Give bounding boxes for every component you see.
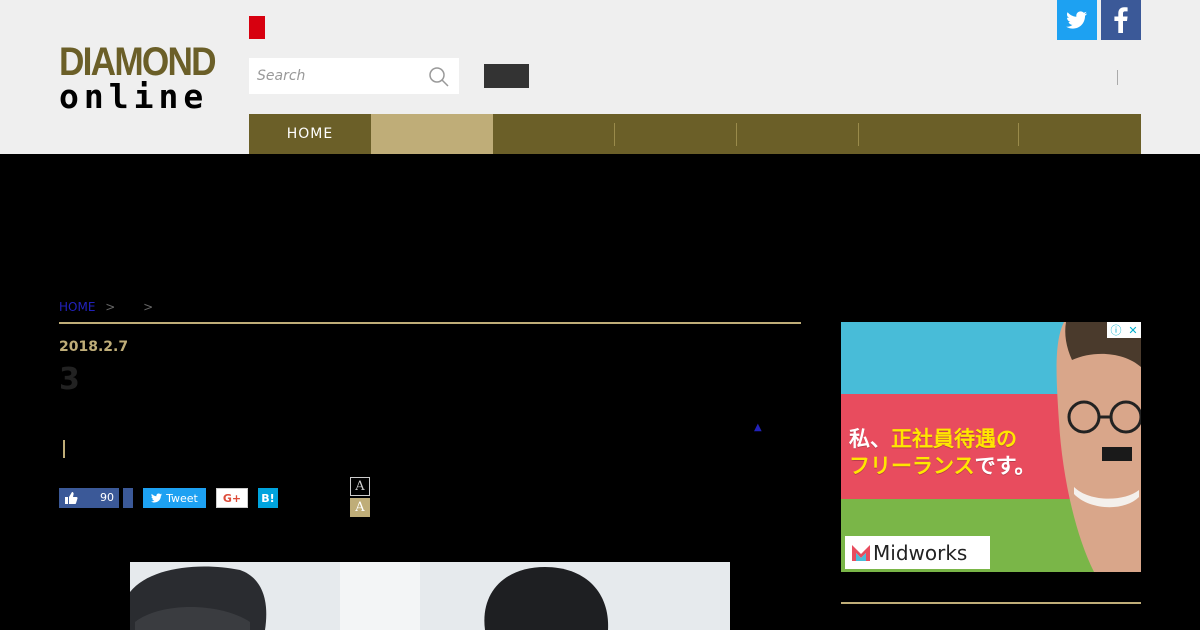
ad-brand-logo: Midworks	[845, 536, 990, 569]
breadcrumb-separator: >	[105, 300, 116, 314]
logo-line-1: DIAMOND	[59, 40, 217, 84]
google-plus-label: G+	[222, 491, 242, 505]
triangle-up-icon[interactable]: ▲	[754, 422, 762, 433]
advertisement-banner[interactable]: 私、正社員待遇の フリーランスです。 Midworks	[841, 322, 1141, 572]
header-separator	[1117, 70, 1118, 85]
facebook-like-button[interactable]: 90	[59, 488, 119, 508]
author-marker	[63, 440, 65, 458]
ad-close-icon[interactable]: ✕	[1128, 324, 1137, 337]
nav-item-home[interactable]: HOME	[249, 114, 371, 154]
font-size-large-button[interactable]: A	[350, 498, 370, 517]
ad-text-white: です。	[974, 454, 1036, 478]
tweet-label: Tweet	[166, 491, 198, 505]
ad-text-yellow: 正社員待遇の	[891, 427, 1017, 451]
ad-brand-name: Midworks	[873, 540, 968, 565]
article-title: 3	[59, 362, 80, 397]
ad-headline: 私、正社員待遇の フリーランスです。	[849, 426, 1036, 480]
site-header: DIAMOND online HOME	[0, 0, 1200, 154]
nav-item-6[interactable]	[859, 114, 1019, 154]
tweet-button[interactable]: Tweet	[143, 488, 206, 508]
nav-item-4[interactable]	[615, 114, 737, 154]
ad-portrait-image	[1056, 322, 1141, 572]
facebook-share-button[interactable]	[123, 488, 133, 508]
breadcrumb: HOME > >	[59, 300, 153, 314]
breadcrumb-home[interactable]: HOME	[59, 300, 95, 314]
facebook-icon	[1114, 7, 1128, 33]
search-icon[interactable]	[428, 66, 450, 88]
article-image	[130, 562, 730, 630]
like-count: 90	[100, 491, 114, 504]
ad-info-controls[interactable]: ⓘ ✕	[1107, 322, 1141, 338]
search-input[interactable]	[249, 58, 427, 94]
twitter-icon	[151, 493, 163, 503]
photo-content	[130, 562, 730, 630]
hatena-bookmark-button[interactable]: B!	[258, 488, 278, 508]
breadcrumb-separator: >	[143, 300, 154, 314]
header-button[interactable]	[484, 64, 529, 88]
twitter-icon	[1066, 11, 1087, 29]
twitter-link[interactable]	[1057, 0, 1097, 40]
site-logo[interactable]: DIAMOND online	[59, 42, 222, 114]
midworks-logo-icon	[852, 544, 870, 561]
sidebar-rule	[841, 602, 1141, 604]
nav-item-3[interactable]	[493, 114, 615, 154]
nav-item-5[interactable]	[737, 114, 859, 154]
main-nav: HOME	[249, 114, 1141, 154]
article-date: 2018.2.7	[59, 339, 129, 355]
red-marker	[249, 16, 265, 39]
google-plus-button[interactable]: G+	[216, 488, 248, 508]
nav-item-label: HOME	[286, 126, 334, 142]
ad-info-icon[interactable]: ⓘ	[1110, 322, 1121, 338]
hatena-label: B!	[261, 491, 275, 505]
ad-text-white: 私、	[849, 427, 891, 451]
breadcrumb-rule	[59, 322, 801, 324]
font-size-small-button[interactable]: A	[350, 477, 370, 496]
thumbs-up-icon	[65, 492, 78, 504]
facebook-link[interactable]	[1101, 0, 1141, 40]
logo-line-2: online	[59, 77, 209, 116]
nav-item-2[interactable]	[371, 114, 493, 154]
ad-text-yellow: フリーランス	[849, 454, 975, 478]
nav-item-7[interactable]	[1019, 114, 1141, 154]
